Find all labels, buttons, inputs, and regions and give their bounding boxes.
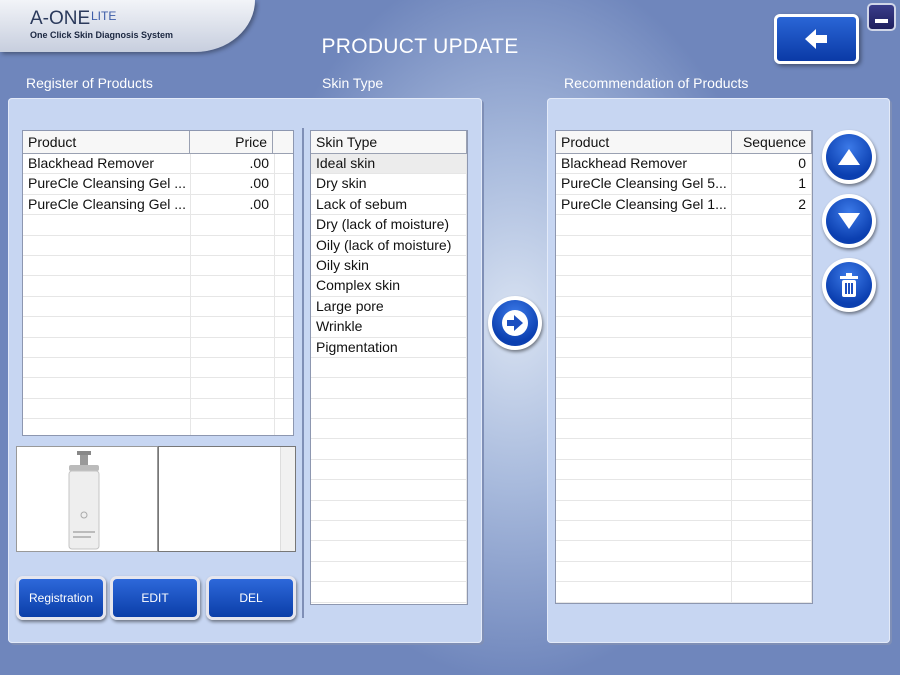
minimize-button[interactable]: [867, 3, 896, 31]
table-row[interactable]: Blackhead Remover .00: [23, 154, 293, 175]
list-item[interactable]: Pigmentation: [311, 337, 467, 358]
list-item[interactable]: Wrinkle: [311, 317, 467, 338]
cell-sequence: 2: [732, 194, 812, 215]
list-item[interactable]: Oily (lack of moisture): [311, 235, 467, 256]
cell-product: PureCle Cleansing Gel ...: [23, 194, 191, 215]
skin-type-section-label: Skin Type: [322, 75, 384, 91]
memo-scrollbar[interactable]: [280, 447, 295, 551]
app-name: A-ONE: [30, 8, 91, 29]
edit-button[interactable]: EDIT: [110, 576, 200, 620]
product-memo[interactable]: [158, 446, 296, 552]
table-row[interactable]: PureCle Cleansing Gel 5... 1: [556, 174, 812, 195]
move-down-button[interactable]: [822, 194, 876, 248]
column-header-sequence[interactable]: Sequence: [732, 131, 812, 153]
column-header-price[interactable]: Price: [190, 131, 274, 153]
cell-product: PureCle Cleansing Gel ...: [23, 174, 191, 194]
recommendation-table[interactable]: Product Sequence Blackhead Remover 0 Pur…: [555, 130, 813, 604]
divider: [302, 128, 304, 618]
column-header-skin-type[interactable]: Skin Type: [311, 131, 467, 153]
arrow-right-icon: [502, 310, 528, 336]
cell-price: .00: [191, 194, 275, 215]
list-item[interactable]: Dry (lack of moisture): [311, 215, 467, 236]
column-header-product[interactable]: Product: [556, 131, 732, 153]
table-row[interactable]: Blackhead Remover 0: [556, 154, 812, 175]
cell-price: .00: [191, 154, 275, 174]
recommendation-section-label: Recommendation of Products: [564, 75, 749, 91]
trash-icon: [840, 273, 858, 297]
list-item[interactable]: Ideal skin: [311, 154, 467, 175]
arrow-down-icon: [838, 213, 860, 229]
cell-price: .00: [191, 174, 275, 194]
list-item[interactable]: Oily skin: [311, 255, 467, 277]
table-row[interactable]: PureCle Cleansing Gel 1... 2: [556, 194, 812, 216]
list-item[interactable]: Dry skin: [311, 174, 467, 195]
cell-product: PureCle Cleansing Gel 1...: [556, 194, 732, 215]
recommendation-table-header: Product Sequence: [556, 131, 812, 154]
add-recommendation-button[interactable]: [488, 296, 542, 350]
list-item[interactable]: Complex skin: [311, 276, 467, 297]
registration-button[interactable]: Registration: [16, 576, 106, 620]
list-item[interactable]: Large pore: [311, 296, 467, 318]
back-button[interactable]: [774, 14, 859, 64]
cell-sequence: 1: [732, 174, 812, 194]
app-edition: LITE: [91, 9, 117, 23]
skin-type-table-header: Skin Type: [311, 131, 467, 154]
list-item[interactable]: Lack of sebum: [311, 194, 467, 216]
register-section-label: Register of Products: [26, 75, 153, 91]
register-table[interactable]: Product Price Blackhead Remover .00 Pure…: [22, 130, 294, 436]
cell-product: Blackhead Remover: [556, 154, 732, 174]
skin-type-table[interactable]: Skin Type Ideal skin Dry skin Lack of se…: [310, 130, 468, 605]
product-image: [16, 446, 158, 552]
table-row[interactable]: PureCle Cleansing Gel ... .00: [23, 174, 293, 195]
move-up-button[interactable]: [822, 130, 876, 184]
product-bottle-image: [68, 451, 100, 550]
delete-button[interactable]: DEL: [206, 576, 296, 620]
remove-recommendation-button[interactable]: [822, 258, 876, 312]
cell-sequence: 0: [732, 154, 812, 174]
page-title: PRODUCT UPDATE: [321, 35, 519, 58]
table-row[interactable]: PureCle Cleansing Gel ... .00: [23, 194, 293, 216]
register-table-header: Product Price: [23, 131, 293, 154]
cell-product: PureCle Cleansing Gel 5...: [556, 174, 732, 194]
arrow-up-icon: [838, 149, 860, 165]
back-arrow-icon: [804, 29, 827, 49]
cell-product: Blackhead Remover: [23, 154, 191, 174]
column-header-product[interactable]: Product: [23, 131, 190, 153]
